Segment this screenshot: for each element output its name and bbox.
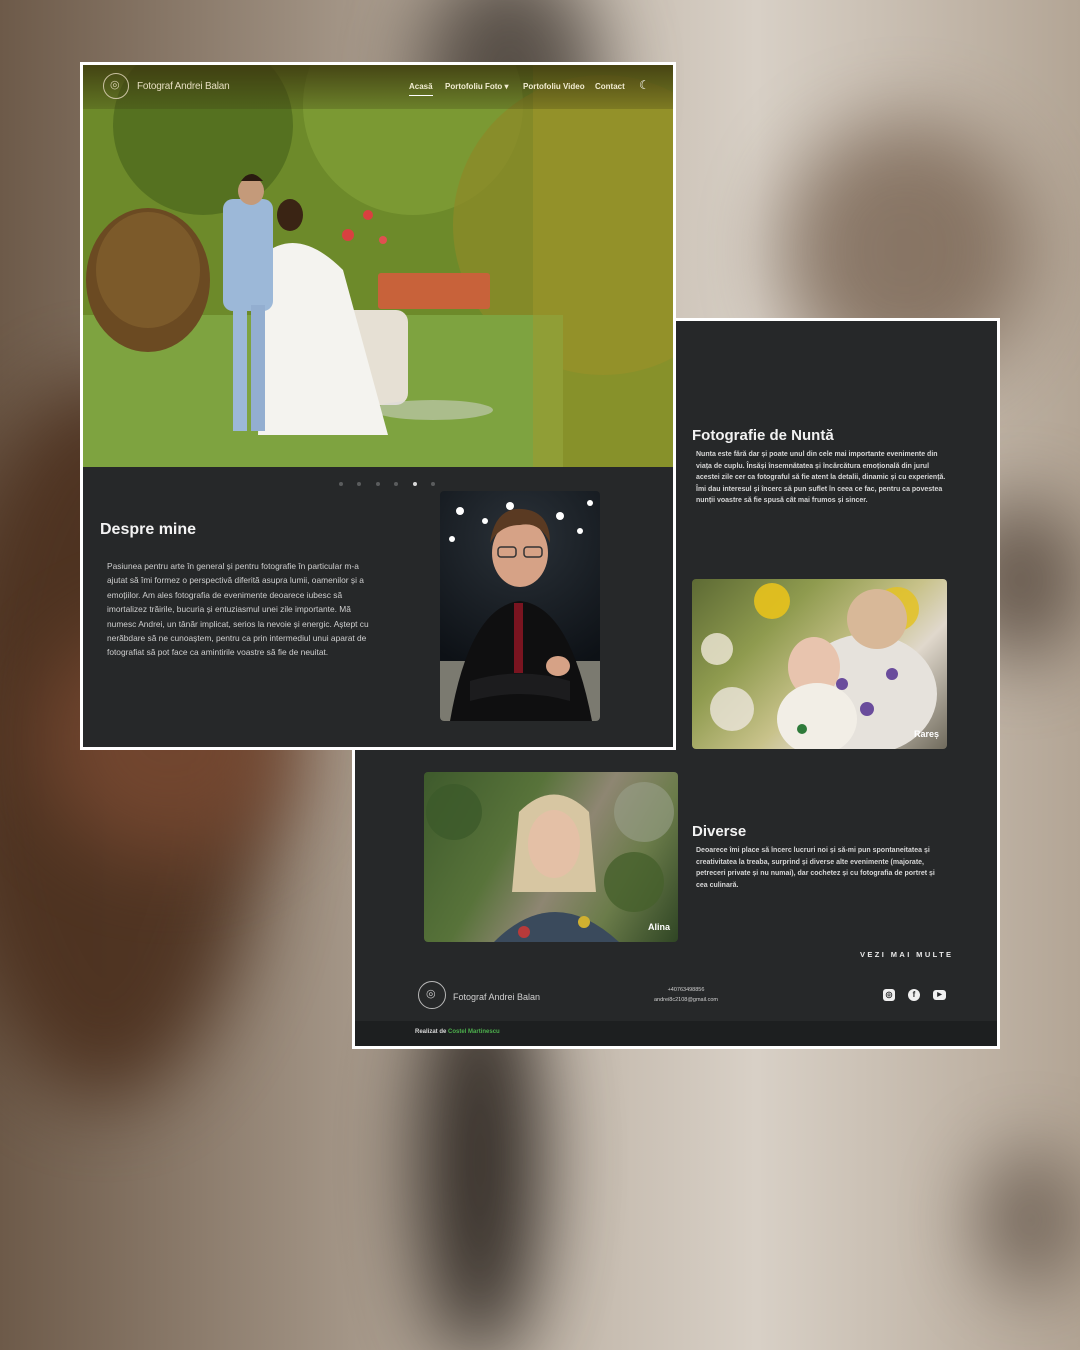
screenshot-home: Fotograf Andrei Balan Acasă Portofoliu F… [80,62,676,750]
credit-text: Realizat de Costel Martinescu [415,1029,500,1035]
credit-prefix: Realizat de [415,1029,447,1035]
top-navbar: Fotograf Andrei Balan Acasă Portofoliu F… [83,65,673,109]
credit-bar: Realizat de Costel Martinescu [355,1021,997,1046]
about-title: Despre mine [100,521,197,538]
misc-title: Diverse [692,823,747,840]
wedding-couple-hero-illustration [83,65,673,467]
misc-photo[interactable]: Alina [424,772,678,942]
footer-brand[interactable]: Fotograf Andrei Balan [453,992,540,1002]
footer-email[interactable]: andrei8c2108@gmail.com [651,995,721,1005]
youtube-icon[interactable]: ▶ [933,990,946,1000]
misc-photo-caption: Alina [648,922,671,932]
carousel-dot[interactable] [357,482,362,486]
carousel-dot[interactable] [431,482,436,486]
moon-icon[interactable]: ☾ [639,78,650,92]
wedding-photo-caption: Rareș [914,729,940,739]
about-text: Pasiunea pentru arte în general și pentr… [107,561,369,658]
brand-name[interactable]: Fotograf Andrei Balan [137,81,230,92]
logo-icon[interactable] [103,73,129,99]
misc-text: Deoarece îmi place să încerc lucruri noi… [696,847,935,889]
carousel-indicators [339,473,445,491]
photographer-portrait [440,491,600,721]
wedding-photo[interactable]: Rareș [692,579,947,749]
carousel-dot-active[interactable] [412,482,417,486]
nav-item-portofoliu-video[interactable]: Portofoliu Video [523,82,585,91]
see-more-link[interactable]: VEZI MAI MULTE [860,950,953,959]
footer-logo-icon[interactable] [418,981,446,1009]
footer-contact: +40763498856 andrei8c2108@gmail.com [651,985,721,1005]
footer-phone[interactable]: +40763498856 [651,985,721,995]
wedding-text: Nunta este fără dar și poate unul din ce… [696,451,946,504]
nav-item-acasa[interactable]: Acasă [409,82,433,96]
nav-item-contact[interactable]: Contact [595,82,625,91]
woman-portrait-illustration [426,782,674,942]
carousel-dot[interactable] [375,482,380,486]
facebook-icon[interactable]: f [908,989,920,1001]
baby-photo-illustration [701,583,937,749]
instagram-icon[interactable]: ◎ [883,989,895,1001]
nav-item-portofoliu-foto[interactable]: Portofoliu Foto ▾ [445,82,509,91]
photographer-illustration [440,500,600,721]
carousel-dot[interactable] [339,482,343,486]
wedding-title: Fotografie de Nuntă [692,427,834,444]
credit-link[interactable]: Costel Martinescu [448,1029,500,1035]
carousel-dot[interactable] [394,482,399,486]
hero-slider[interactable] [83,65,673,467]
